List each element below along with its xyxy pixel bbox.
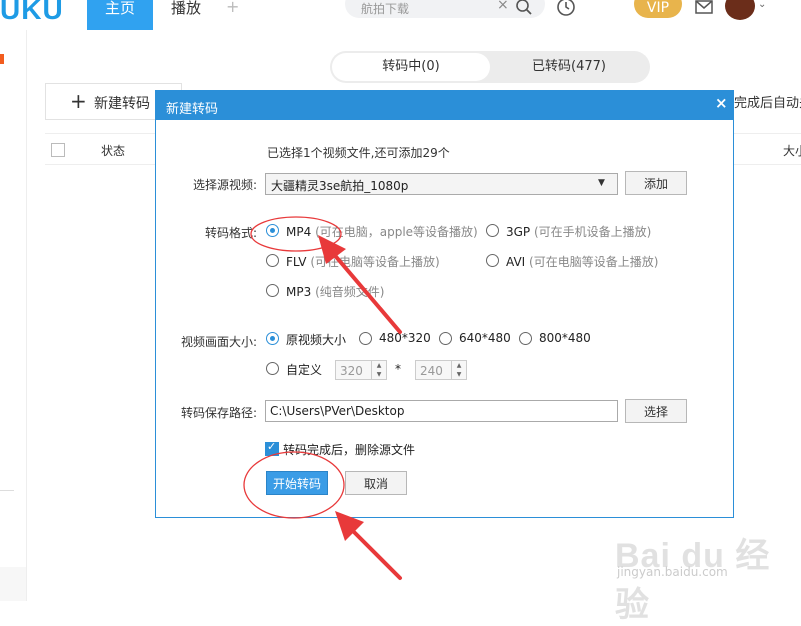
check-icon: ✓ — [267, 440, 277, 453]
size-480x320-option[interactable]: 480*320 — [379, 331, 431, 345]
column-size: 大小 — [783, 144, 801, 158]
size-480x320-radio[interactable] — [359, 332, 372, 345]
watermark-url: jingyan.baidu.com — [617, 565, 728, 579]
mail-icon[interactable] — [695, 0, 713, 15]
format-mp4-hint: (可在电脑，apple等设备播放) — [315, 225, 478, 239]
format-flv-hint: (可在电脑等设备上播放) — [310, 255, 440, 269]
format-3gp-name: 3GP — [506, 225, 531, 239]
annotation-arrow-start — [335, 511, 402, 580]
select-all-checkbox[interactable] — [51, 143, 65, 157]
selection-info: 已选择1个视频文件,还可添加29个 — [267, 146, 450, 160]
size-original-option[interactable]: 原视频大小 — [286, 331, 346, 348]
format-avi-name: AVI — [506, 255, 526, 269]
transcode-tabs: 转码中(0) 已转码(477) — [330, 51, 650, 83]
avatar[interactable] — [725, 0, 755, 20]
size-800x480-option[interactable]: 800*480 — [539, 331, 591, 345]
format-3gp-hint: (可在手机设备上播放) — [534, 225, 652, 239]
sidebar — [0, 30, 27, 601]
new-transcode-dialog: 新建转码 × 已选择1个视频文件,还可添加29个 选择源视频: 大疆精灵3se航… — [155, 90, 734, 518]
format-avi-radio[interactable] — [486, 254, 499, 267]
clear-search-icon[interactable]: × — [497, 0, 509, 13]
sidebar-active-marker — [0, 54, 4, 64]
format-mp4-option[interactable]: MP4 (可在电脑，apple等设备播放) — [286, 223, 478, 240]
format-flv-name: FLV — [286, 255, 307, 269]
source-label: 选择源视频: — [192, 178, 257, 192]
sidebar-divider — [0, 490, 14, 491]
search-box[interactable]: 航拍下载 × — [345, 0, 545, 18]
format-label: 转码格式: — [204, 226, 257, 240]
app-logo[interactable]: UKU — [0, 0, 64, 26]
browse-button[interactable]: 选择 — [625, 399, 687, 423]
chevron-down-icon[interactable]: ⌄ — [758, 0, 766, 10]
format-mp3-hint: (纯音频文件) — [315, 285, 385, 299]
start-transcode-button[interactable]: 开始转码 — [266, 471, 328, 495]
tab-home[interactable]: 主页 — [87, 0, 153, 30]
size-640x480-option[interactable]: 640*480 — [459, 331, 511, 345]
format-mp4-name: MP4 — [286, 225, 312, 239]
delete-source-checkbox[interactable]: ✓ — [265, 440, 279, 456]
format-flv-option[interactable]: FLV (可在电脑等设备上播放) — [286, 253, 440, 270]
size-times-sign: * — [395, 362, 401, 376]
size-custom-radio[interactable] — [266, 362, 279, 375]
dropdown-arrow-icon: ▼ — [598, 178, 605, 188]
increment-icon[interactable]: ▲ — [371, 361, 386, 370]
custom-width-value: 320 — [340, 364, 363, 378]
sidebar-bottom-panel — [0, 567, 26, 601]
format-avi-hint: (可在电脑等设备上播放) — [529, 255, 659, 269]
custom-width-stepper[interactable]: 320 ▲ ▼ — [335, 360, 387, 380]
add-button[interactable]: 添加 — [625, 171, 687, 195]
cancel-button[interactable]: 取消 — [345, 471, 407, 495]
add-tab-button[interactable]: + — [226, 0, 239, 16]
tab-transcoded[interactable]: 已转码(477) — [490, 53, 648, 81]
format-3gp-radio[interactable] — [486, 224, 499, 237]
history-clock-icon[interactable] — [556, 0, 576, 17]
auto-shutdown-option[interactable]: 完成后自动关 — [734, 92, 801, 111]
format-flv-radio[interactable] — [266, 254, 279, 267]
custom-height-stepper[interactable]: 240 ▲ ▼ — [415, 360, 467, 380]
decrement-icon[interactable]: ▼ — [451, 370, 466, 379]
source-video-select[interactable]: 大疆精灵3se航拍_1080p ▼ — [265, 173, 618, 195]
save-path-value: C:\Users\PVer\Desktop — [270, 404, 405, 418]
increment-icon[interactable]: ▲ — [451, 361, 466, 370]
format-3gp-option[interactable]: 3GP (可在手机设备上播放) — [506, 223, 651, 240]
custom-height-value: 240 — [420, 364, 443, 378]
format-mp3-radio[interactable] — [266, 284, 279, 297]
top-bar: UKU 主页 播放 + 航拍下载 × VIP ⌄ — [0, 0, 801, 30]
save-path-field[interactable]: C:\Users\PVer\Desktop — [265, 400, 618, 422]
tab-play[interactable]: 播放 — [166, 0, 206, 30]
search-input[interactable]: 航拍下载 — [361, 0, 409, 17]
dialog-title: 新建转码 — [166, 102, 219, 117]
source-video-value: 大疆精灵3se航拍_1080p — [271, 179, 409, 193]
format-mp3-option[interactable]: MP3 (纯音频文件) — [286, 283, 384, 300]
size-original-radio[interactable] — [266, 332, 279, 345]
size-custom-option[interactable]: 自定义 — [286, 361, 322, 378]
close-icon[interactable]: × — [715, 94, 728, 112]
tab-transcoding[interactable]: 转码中(0) — [332, 53, 490, 81]
dialog-title-bar: 新建转码 × — [156, 91, 733, 120]
format-mp3-name: MP3 — [286, 285, 312, 299]
plus-icon: + — [70, 89, 87, 113]
size-640x480-radio[interactable] — [439, 332, 452, 345]
format-avi-option[interactable]: AVI (可在电脑等设备上播放) — [506, 253, 658, 270]
path-label: 转码保存路径: — [180, 406, 257, 420]
size-800x480-radio[interactable] — [519, 332, 532, 345]
vip-button[interactable]: VIP — [634, 0, 682, 18]
size-label: 视频画面大小: — [180, 335, 257, 349]
search-icon[interactable] — [515, 0, 533, 16]
column-status: 状态 — [101, 144, 126, 158]
new-transcode-label: 新建转码 — [94, 96, 150, 112]
format-mp4-radio[interactable] — [266, 224, 279, 237]
decrement-icon[interactable]: ▼ — [371, 370, 386, 379]
delete-source-label[interactable]: 转码完成后，删除源文件 — [283, 441, 415, 458]
